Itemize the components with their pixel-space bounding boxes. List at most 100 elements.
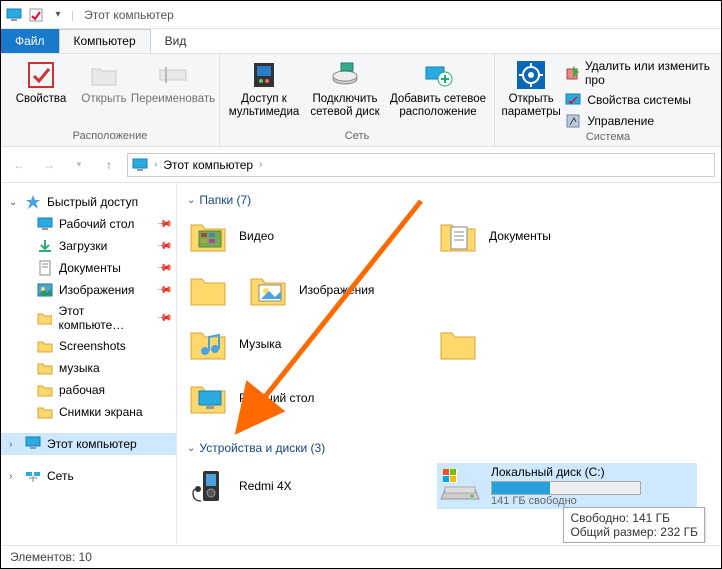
monitor-icon: [25, 436, 41, 452]
sidebar-item-8[interactable]: Снимки экрана: [1, 401, 176, 423]
ribbon-uninstall-button[interactable]: Удалить или изменить про: [561, 57, 715, 89]
pin-icon: 📌: [155, 238, 172, 255]
ribbon-properties-button[interactable]: Свойства: [7, 57, 75, 106]
qat-properties-icon[interactable]: [27, 6, 45, 24]
address-bar: ← → ▾ ↑ › Этот компьютер ›: [1, 147, 721, 183]
folder-icon: [187, 377, 229, 419]
ribbon-settings-button[interactable]: Открыть параметры: [501, 57, 561, 119]
ribbon-open-button[interactable]: Открыть: [77, 57, 131, 106]
folder-icon: [37, 310, 53, 326]
desktop-icon: [37, 216, 53, 232]
section-folders-header[interactable]: ⌄ Папки (7): [187, 189, 721, 215]
ribbon: Свойства Открыть Переименовать Расположе…: [1, 53, 721, 147]
sidebar-item-label: Изображения: [59, 283, 134, 297]
sidebar-item-0[interactable]: Рабочий стол 📌: [1, 213, 176, 235]
qat-this-pc-icon[interactable]: [5, 6, 23, 24]
sidebar-item-label: музыка: [59, 361, 100, 375]
folder-item[interactable]: Документы: [437, 215, 687, 257]
drive-icon: [439, 465, 481, 507]
drive-name: Локальный диск (C:): [491, 465, 641, 479]
folder-icon: [437, 323, 479, 365]
pictures-icon: [37, 282, 53, 298]
sidebar-item-3[interactable]: Изображения 📌: [1, 279, 176, 301]
drive-tooltip: Свободно: 141 ГБ Общий размер: 232 ГБ: [563, 507, 705, 543]
main-pane: ⌄ Папки (7) Видео Документы Изображения Муз…: [177, 183, 721, 543]
folder-label: Документы: [489, 229, 551, 243]
folder-icon: [37, 360, 53, 376]
star-icon: [25, 194, 41, 210]
folder-icon: [37, 404, 53, 420]
address-box[interactable]: › Этот компьютер ›: [127, 153, 715, 177]
pin-icon: 📌: [155, 310, 172, 327]
status-bar: Элементов: 10: [2, 545, 720, 567]
folder-icon: [187, 269, 229, 311]
folder-label: Изображения: [299, 283, 374, 297]
device-phone[interactable]: Redmi 4X: [187, 463, 437, 509]
nav-back-button[interactable]: ←: [7, 153, 31, 177]
sidebar-item-2[interactable]: Документы📌: [1, 257, 176, 279]
folder-icon: [437, 215, 479, 257]
sidebar-item-label: Рабочий стол: [59, 217, 134, 231]
folder-item[interactable]: Рабочий стол: [187, 377, 437, 419]
network-icon: [25, 468, 41, 484]
sidebar-item-label: Снимки экрана: [59, 405, 143, 419]
breadcrumb[interactable]: Этот компьютер: [163, 158, 253, 172]
ribbon-media-button[interactable]: Доступ к мультимедиа: [226, 57, 302, 119]
folder-icon: [247, 269, 289, 311]
folder-item[interactable]: Музыка: [187, 323, 437, 365]
sidebar-item-5[interactable]: Screenshots: [1, 335, 176, 357]
chevron-down-icon: ⌄: [187, 443, 195, 454]
mediaplayer-icon: [187, 465, 229, 507]
section-devices-header[interactable]: ⌄ Устройства и диски (3): [187, 437, 721, 463]
sidebar-item-label: Загрузки: [59, 239, 107, 253]
menu-bar: Файл Компьютер Вид: [1, 29, 721, 53]
sidebar-item-4[interactable]: Этот компьюте…📌: [1, 301, 176, 335]
documents-icon: [37, 260, 53, 276]
folder-icon: [187, 323, 229, 365]
chevron-down-icon: ⌄: [187, 195, 195, 206]
folder-label: Рабочий стол: [239, 391, 314, 405]
ribbon-sysprops-button[interactable]: Свойства системы: [561, 90, 715, 110]
qat-dropdown-icon[interactable]: ▾: [49, 6, 67, 24]
folder-icon: [37, 338, 53, 354]
this-pc-icon: [132, 158, 148, 172]
nav-up-button[interactable]: ↑: [97, 153, 121, 177]
chevron-down-icon: ⌄: [9, 197, 19, 208]
sidebar-item-label: рабочая: [59, 383, 105, 397]
ribbon-addnetloc-button[interactable]: Добавить сетевое расположение: [388, 57, 488, 119]
sidebar-this-pc[interactable]: › Этот компьютер: [1, 433, 176, 455]
folder-icon: [37, 382, 53, 398]
folder-icon: [187, 215, 229, 257]
tab-view[interactable]: Вид: [151, 29, 201, 53]
sidebar-item-label: Screenshots: [59, 339, 126, 353]
sidebar-quick-access[interactable]: ⌄ Быстрый доступ: [1, 191, 176, 213]
pin-icon: 📌: [155, 282, 172, 299]
window-title: Этот компьютер: [84, 8, 174, 22]
pin-icon: 📌: [155, 260, 172, 277]
ribbon-mapdrive-button[interactable]: Подключить сетевой диск: [304, 57, 386, 119]
folder-item[interactable]: Видео: [187, 215, 437, 257]
sidebar-item-1[interactable]: Загрузки 📌: [1, 235, 176, 257]
status-item-count: Элементов: 10: [10, 550, 92, 564]
folder-item[interactable]: Изображения: [247, 269, 497, 311]
folder-item-cut[interactable]: [187, 269, 247, 311]
sidebar-item-label: Этот компьюте…: [58, 304, 151, 332]
sidebar-network[interactable]: › Сеть: [1, 465, 176, 487]
ribbon-rename-button[interactable]: Переименовать: [133, 57, 213, 106]
pin-icon: 📌: [155, 216, 172, 233]
nav-pane: ⌄ Быстрый доступ Рабочий стол📌Загрузки📌Д…: [1, 183, 177, 543]
downloads-icon: [37, 238, 53, 254]
drive-freespace: 141 ГБ свободно: [491, 495, 641, 507]
tab-computer[interactable]: Компьютер: [59, 29, 151, 53]
title-bar: ▾ | Этот компьютер: [1, 1, 721, 29]
chevron-right-icon: ›: [9, 439, 19, 450]
sidebar-item-7[interactable]: рабочая: [1, 379, 176, 401]
sidebar-item-6[interactable]: музыка: [1, 357, 176, 379]
folder-item-cut[interactable]: [437, 323, 497, 365]
nav-forward-button[interactable]: →: [37, 153, 61, 177]
tab-file[interactable]: Файл: [1, 29, 59, 53]
ribbon-manage-button[interactable]: Управление: [561, 111, 715, 131]
folder-label: Видео: [239, 229, 274, 243]
drive-local-c[interactable]: Локальный диск (C:) 141 ГБ свободно Своб…: [437, 463, 697, 509]
nav-recent-button[interactable]: ▾: [67, 153, 91, 177]
